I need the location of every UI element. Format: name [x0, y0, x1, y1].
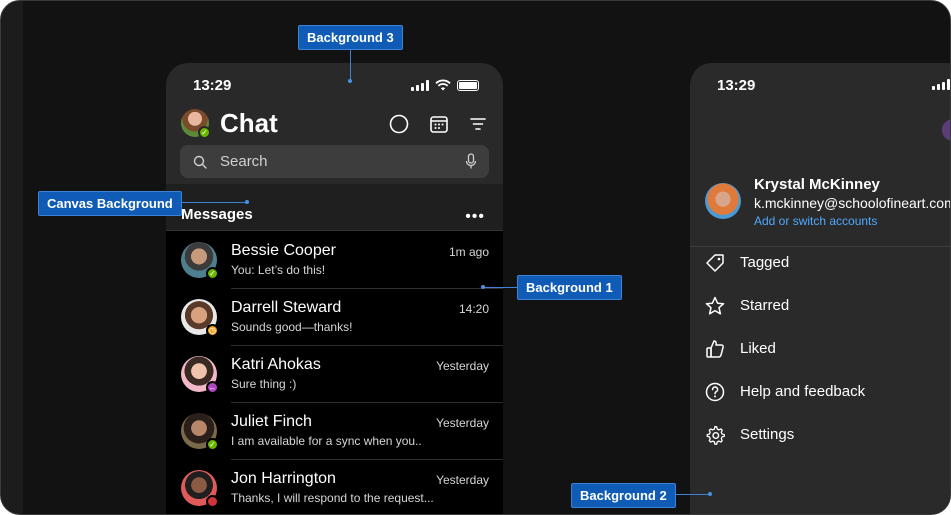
presence-away-icon: ◷: [206, 324, 219, 337]
star-icon: [705, 296, 725, 315]
account-initials-avatar[interactable]: [942, 119, 950, 141]
menu-item-label: Settings: [740, 426, 795, 443]
avatar: ←: [181, 356, 219, 394]
callout-background-3: Background 3: [298, 25, 403, 50]
thumbs-up-icon: [706, 340, 724, 358]
cellular-signal-icon: [411, 79, 429, 91]
message-time: Yesterday: [436, 473, 489, 487]
callout-dot: [708, 492, 712, 496]
menu-item-label: Starred: [740, 297, 790, 314]
tag-icon: [706, 254, 724, 272]
message-time: Yesterday: [436, 416, 489, 430]
menu-item-label: Help and feedback: [740, 383, 866, 400]
presence-out-of-office-icon: ←: [206, 381, 219, 394]
message-time: 1m ago: [448, 245, 489, 259]
cellular-signal-icon: [932, 79, 950, 90]
messages-section-header: Messages •••: [166, 184, 503, 231]
account-header: 13:29 Krystal McKinney k.mckinney@school…: [690, 63, 951, 245]
section-title: Messages: [181, 206, 253, 223]
add-switch-accounts-link[interactable]: Add or switch accounts: [754, 214, 877, 228]
chat-list-item[interactable]: ◷ Darrell Steward Sounds good—thanks! 14…: [166, 289, 503, 346]
menu-item-label: Tagged: [740, 254, 790, 271]
account-name: Krystal McKinney: [754, 176, 880, 193]
gear-icon: [706, 425, 725, 445]
menu-item-liked[interactable]: Liked: [690, 330, 950, 370]
search-input[interactable]: Search: [180, 145, 489, 178]
presence-available-icon: ✓: [198, 126, 211, 139]
callout-leader: [181, 202, 247, 203]
contact-name: Jon Harrington: [231, 470, 336, 487]
message-preview: Sure thing :): [231, 377, 297, 391]
callout-background-1: Background 1: [517, 275, 622, 300]
contact-name: Darrell Steward: [231, 299, 342, 316]
presence-busy-icon: [206, 495, 219, 508]
message-preview: I am available for a sync when you..: [231, 434, 422, 448]
chat-list-item[interactable]: ← Katri Ahokas Sure thing :) Yesterday: [166, 346, 503, 403]
chat-list-item[interactable]: Jon Harrington Thanks, I will respond to…: [166, 460, 503, 514]
more-options-icon[interactable]: •••: [465, 208, 485, 226]
presence-available-icon: ✓: [206, 267, 219, 280]
chat-header: 13:29 ✓ Chat Search: [166, 63, 503, 184]
callout-leader: [483, 287, 517, 288]
menu-item-starred[interactable]: Starred: [690, 287, 950, 327]
callout-background-2: Background 2: [571, 483, 676, 508]
message-time: Yesterday: [436, 359, 489, 373]
callout-dot: [481, 285, 485, 289]
account-email: k.mckinney@schoolofineart.com: [754, 195, 951, 211]
calendar-icon[interactable]: [428, 113, 450, 135]
message-preview: Sounds good—thanks!: [231, 320, 353, 334]
mockup-frame: 13:29 ✓ Chat Search Messages ••• ✓ Bessi…: [0, 0, 951, 515]
presence-available-icon: ✓: [206, 438, 219, 451]
callout-dot: [245, 200, 249, 204]
page-title: Chat: [220, 108, 278, 138]
chat-list-item[interactable]: ✓ Bessie Cooper You: Let’s do this! 1m a…: [166, 232, 503, 289]
microphone-icon[interactable]: [465, 153, 477, 170]
avatar: ✓: [181, 413, 219, 451]
help-icon: [705, 382, 725, 402]
message-preview: You: Let’s do this!: [231, 263, 326, 277]
chat-list-item[interactable]: ✓ Juliet Finch I am available for a sync…: [166, 403, 503, 460]
filter-icon[interactable]: [467, 113, 489, 135]
status-icons: [932, 79, 950, 90]
contact-name: Katri Ahokas: [231, 356, 321, 373]
battery-icon: [457, 79, 479, 91]
callout-leader: [676, 494, 710, 495]
status-time: 13:29: [193, 77, 232, 94]
search-placeholder: Search: [220, 153, 268, 170]
menu-item-label: Liked: [740, 340, 776, 357]
avatar: ✓: [181, 242, 219, 280]
callout-dot: [348, 79, 352, 83]
callout-leader: [350, 49, 351, 81]
menu-item-help[interactable]: Help and feedback: [690, 373, 950, 413]
wifi-icon: [435, 79, 451, 91]
menu-item-tagged[interactable]: Tagged: [690, 244, 950, 284]
menu-item-settings[interactable]: Settings: [690, 416, 950, 456]
status-time: 13:29: [717, 77, 756, 94]
message-preview: Thanks, I will respond to the request...: [231, 491, 434, 505]
avatar: [181, 470, 219, 508]
avatar: ◷: [181, 299, 219, 337]
contact-name: Bessie Cooper: [231, 242, 336, 259]
user-avatar[interactable]: ✓: [181, 109, 211, 139]
chat-phone-screen: 13:29 ✓ Chat Search Messages ••• ✓ Bessi…: [166, 63, 503, 514]
search-icon: [193, 155, 207, 169]
callout-canvas-background: Canvas Background: [38, 191, 182, 216]
status-circle-icon[interactable]: [388, 113, 410, 135]
message-time: 14:20: [458, 302, 489, 316]
contact-name: Juliet Finch: [231, 413, 312, 430]
account-menu-phone-screen: 13:29 Krystal McKinney k.mckinney@school…: [690, 63, 951, 514]
status-icons: [411, 79, 479, 91]
account-avatar: [705, 183, 741, 219]
